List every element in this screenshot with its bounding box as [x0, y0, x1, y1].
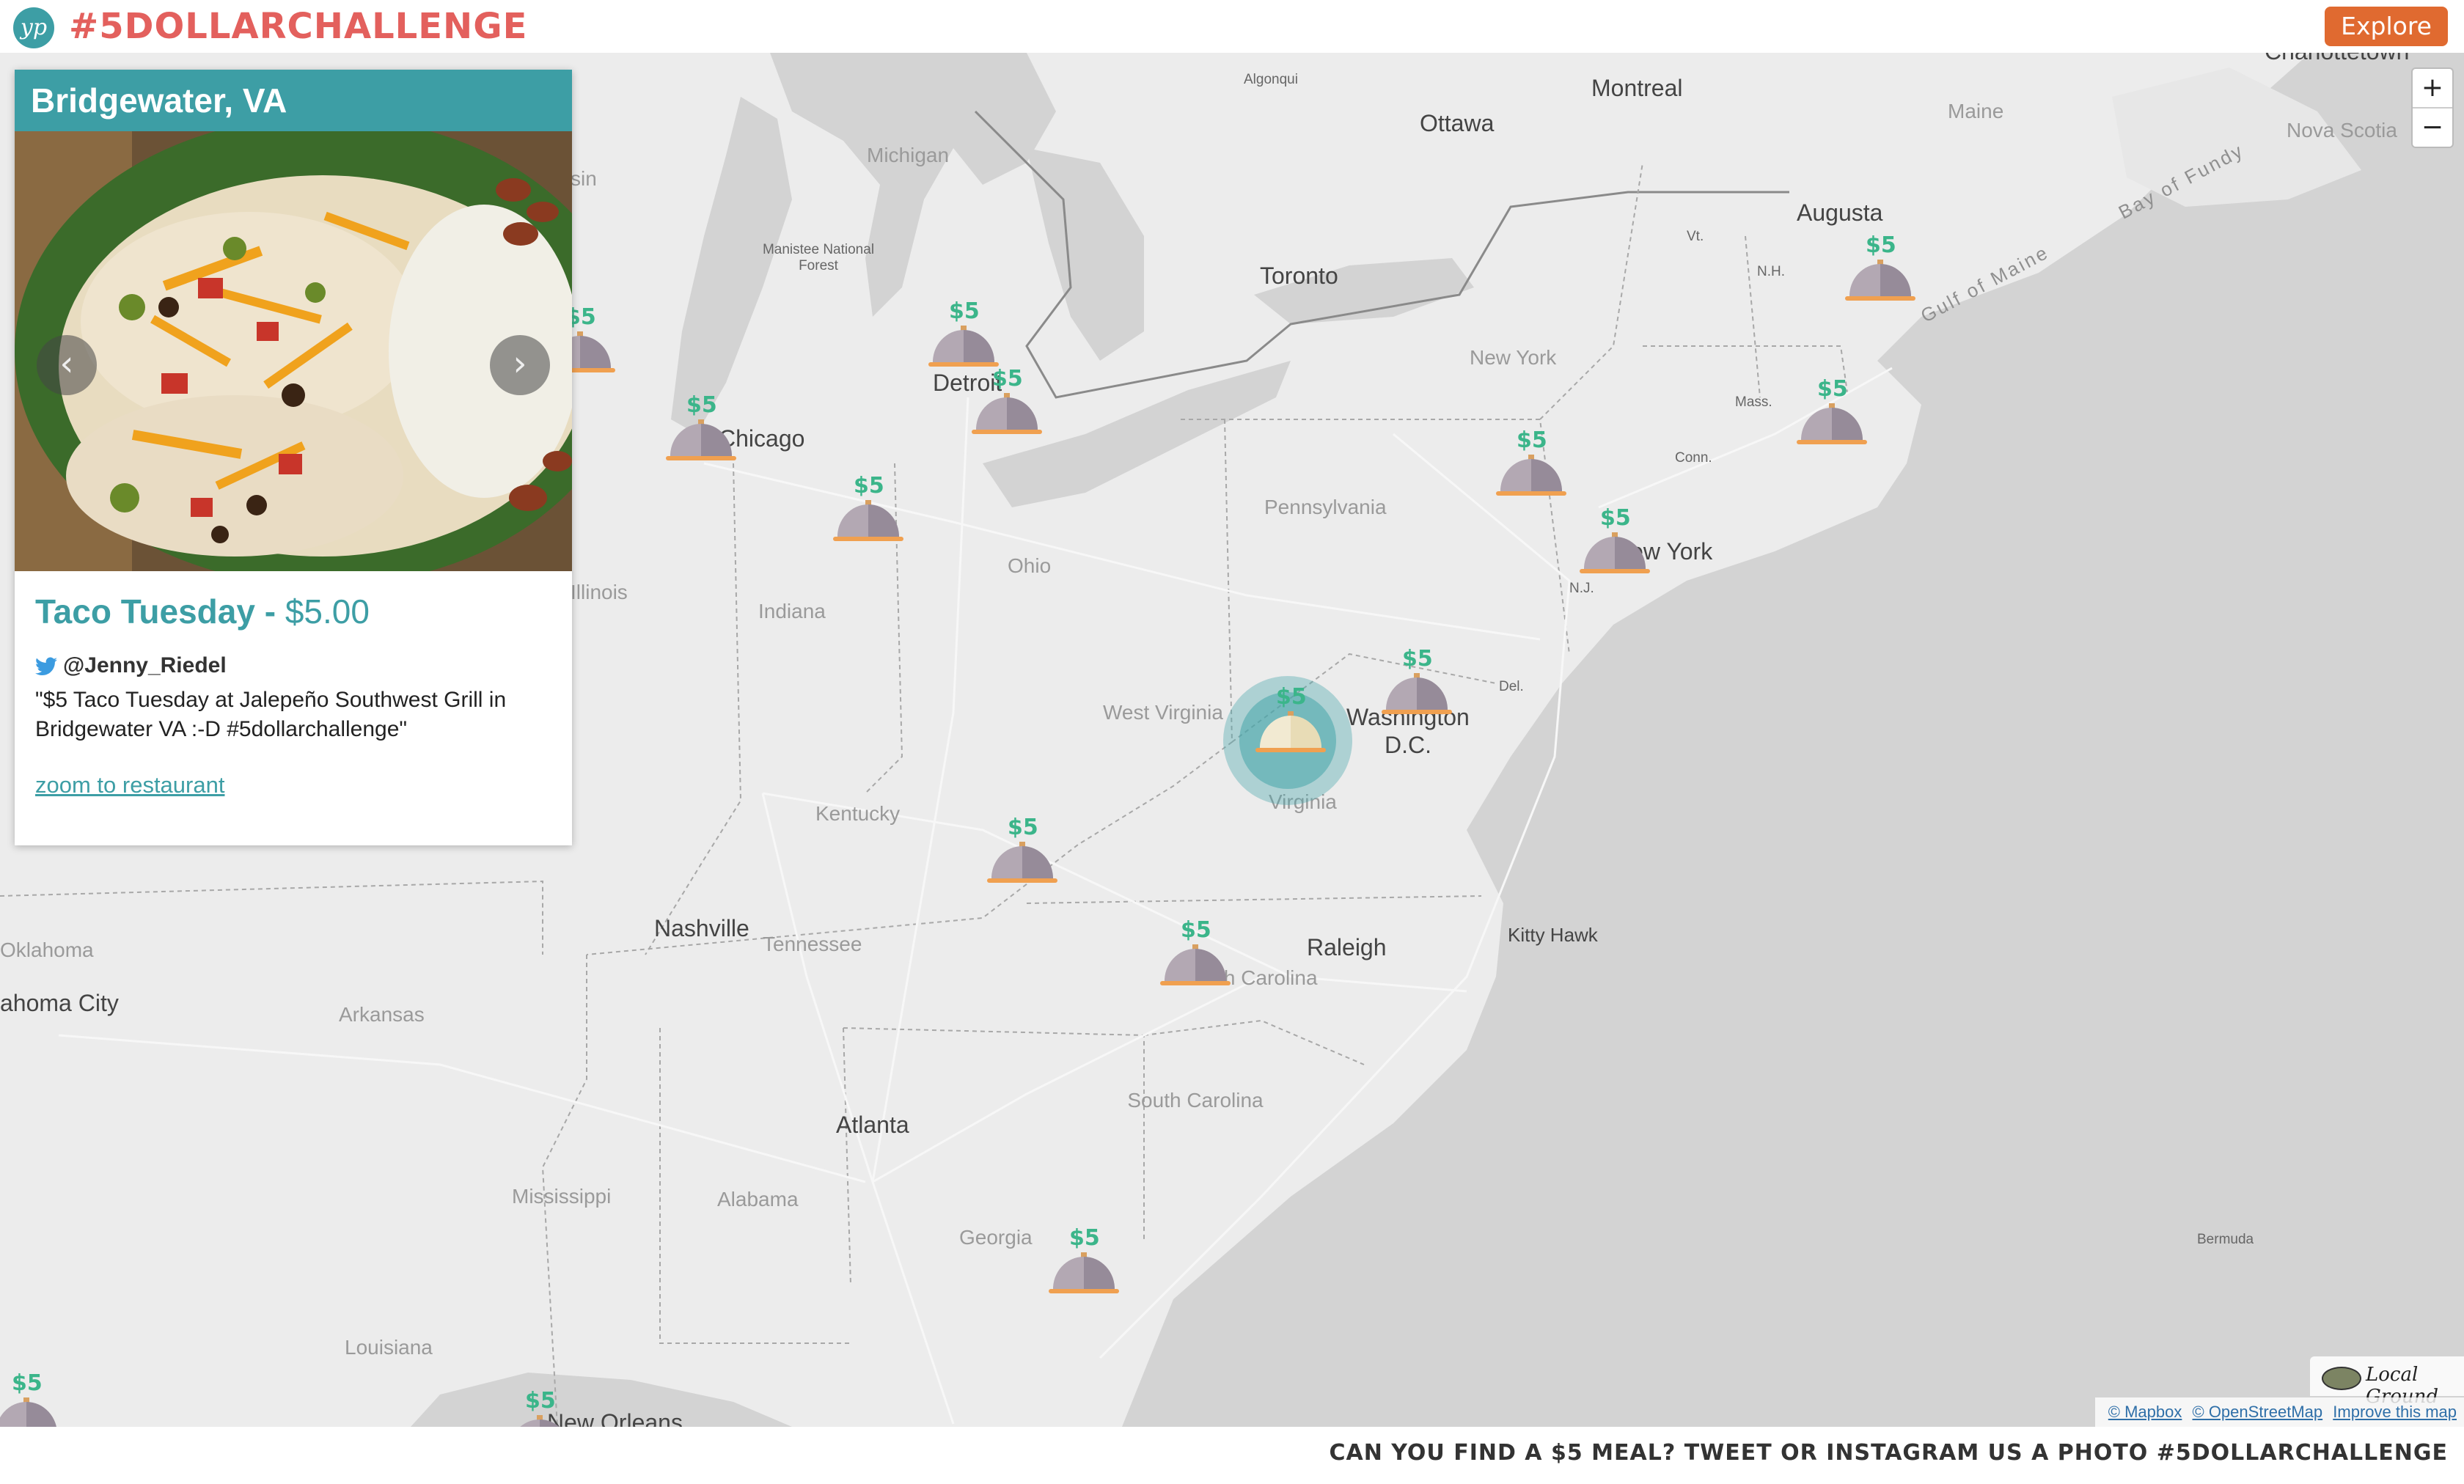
improve-map-link[interactable]: Improve this map	[2333, 1403, 2457, 1421]
place-label: Maine	[1948, 100, 2004, 122]
place-label: Mississippi	[512, 1185, 612, 1208]
place-label: N.H.	[1757, 264, 1785, 279]
zoom-in-button[interactable]: +	[2413, 69, 2452, 107]
place-label: Manistee National Forest	[762, 242, 875, 273]
footer-tagline: Can you find a $5 meal? Tweet or Instagr…	[1329, 1440, 2448, 1466]
place-label: Augusta	[1797, 199, 1883, 226]
place-label: D.C.	[1385, 732, 1431, 758]
svg-text:$5: $5	[1008, 815, 1038, 840]
meal-separator: -	[254, 592, 285, 631]
place-label: Illinois	[571, 581, 628, 603]
restaurant-marker-icon[interactable]: $5	[1043, 1223, 1123, 1304]
place-label: Kentucky	[815, 802, 901, 825]
place-label: Arkansas	[339, 1003, 425, 1026]
place-label: Conn.	[1675, 450, 1712, 466]
place-label: Raleigh	[1307, 934, 1387, 960]
place-label: New York	[1470, 346, 1557, 369]
place-label: Pennsylvania	[1264, 496, 1387, 518]
meal-photo: ‹ ›	[15, 131, 572, 571]
svg-text:$5: $5	[686, 392, 717, 418]
zoom-to-restaurant-link[interactable]: zoom to restaurant	[35, 772, 224, 798]
place-label: Montreal	[1591, 75, 1683, 101]
place-label: Atlanta	[836, 1112, 909, 1138]
svg-text:$5: $5	[1069, 1225, 1100, 1251]
restaurant-marker-icon[interactable]: $5	[981, 812, 1062, 893]
svg-text:$5: $5	[1181, 917, 1211, 943]
place-label: West Virginia	[1103, 701, 1223, 724]
place-label: Louisiana	[345, 1336, 433, 1359]
restaurant-marker-icon[interactable]: $5	[1574, 503, 1654, 584]
svg-text:$5: $5	[1866, 232, 1896, 258]
meal-info-panel: Bridgewater, VA ‹ › Taco Tuesday - $5.00…	[15, 70, 572, 845]
place-label: Georgia	[959, 1226, 1033, 1249]
meal-name: Taco Tuesday	[35, 592, 255, 631]
panel-location-title: Bridgewater, VA	[15, 70, 572, 131]
place-label: Vt.	[1687, 229, 1704, 244]
place-label: South Carolina	[1127, 1089, 1264, 1112]
zoom-out-button[interactable]: −	[2413, 109, 2452, 147]
place-label: Nashville	[654, 915, 749, 941]
map-attribution: © Mapbox © OpenStreetMap Improve this ma…	[2094, 1397, 2464, 1427]
place-label: Nova Scotia	[2287, 119, 2397, 142]
place-label: ahoma City	[0, 990, 119, 1016]
svg-text:$5: $5	[1402, 646, 1433, 672]
place-label: Mass.	[1735, 394, 1772, 410]
taco-photo-image	[15, 131, 572, 571]
local-ground-logo-icon	[2322, 1367, 2361, 1390]
meal-quote: "$5 Taco Tuesday at Jalepeño Southwest G…	[35, 688, 507, 741]
logo-icon[interactable]: yp	[13, 7, 54, 48]
svg-text:$5: $5	[12, 1370, 43, 1396]
restaurant-marker-icon[interactable]: $5	[827, 471, 908, 551]
brand-title[interactable]: #5DOLLARCHALLENGE	[69, 3, 527, 50]
svg-text:$5: $5	[949, 298, 980, 324]
svg-text:$5: $5	[525, 1388, 556, 1414]
place-label: Ottawa	[1420, 110, 1495, 136]
place-label: Bermuda	[2197, 1232, 2254, 1247]
place-label: Charlottetown	[2265, 53, 2409, 65]
svg-text:$5: $5	[1817, 376, 1848, 402]
restaurant-marker-icon[interactable]: $5	[1154, 915, 1235, 996]
username[interactable]: @Jenny_Riedel	[63, 653, 227, 677]
openstreetmap-link[interactable]: © OpenStreetMap	[2193, 1403, 2323, 1421]
place-label: sin	[571, 167, 597, 190]
place-label: Alabama	[717, 1188, 799, 1211]
restaurant-marker-icon[interactable]: $5	[1250, 682, 1330, 763]
zoom-control: + −	[2411, 67, 2454, 148]
restaurant-marker-icon[interactable]: $5	[1839, 230, 1920, 311]
place-label: Algonqui	[1244, 72, 1298, 87]
restaurant-marker-icon[interactable]: $5	[660, 390, 741, 471]
svg-text:$5: $5	[854, 473, 884, 499]
user-line: @Jenny_Riedel	[35, 653, 227, 678]
place-label: Michigan	[867, 144, 950, 166]
place-label: Indiana	[758, 600, 826, 622]
restaurant-marker-icon[interactable]: $5	[966, 364, 1046, 444]
footer: Can you find a $5 meal? Tweet or Instagr…	[0, 1427, 2464, 1484]
svg-text:$5: $5	[1276, 684, 1307, 710]
top-bar: yp #5DOLLARCHALLENGE Explore	[0, 0, 2464, 53]
restaurant-marker-icon[interactable]: $5	[1376, 644, 1456, 724]
place-label: Toronto	[1260, 262, 1338, 289]
local-ground-credit[interactable]: Local Ground	[2310, 1356, 2464, 1408]
place-label: Ohio	[1008, 554, 1052, 577]
mapbox-link[interactable]: © Mapbox	[2108, 1403, 2182, 1421]
meal-price: $5.00	[285, 592, 370, 631]
meal-title: Taco Tuesday - $5.00	[35, 592, 370, 631]
restaurant-marker-icon[interactable]: $5	[1490, 425, 1571, 506]
svg-text:$5: $5	[992, 366, 1023, 392]
place-label: Del.	[1499, 679, 1524, 694]
restaurant-marker-icon[interactable]: $5	[0, 1368, 66, 1427]
restaurant-marker-icon[interactable]: $5	[499, 1386, 579, 1427]
restaurant-marker-icon[interactable]: $5	[1791, 374, 1871, 455]
svg-text:$5: $5	[1600, 505, 1631, 531]
chevron-right-icon[interactable]: ›	[490, 335, 550, 395]
explore-button[interactable]: Explore	[2325, 7, 2448, 46]
twitter-icon	[35, 657, 57, 676]
svg-text:$5: $5	[1517, 427, 1547, 453]
place-label: Tennessee	[763, 933, 862, 955]
chevron-left-icon[interactable]: ‹	[37, 335, 97, 395]
place-label: Kitty Hawk	[1508, 924, 1598, 946]
place-label: Oklahoma	[0, 938, 94, 961]
